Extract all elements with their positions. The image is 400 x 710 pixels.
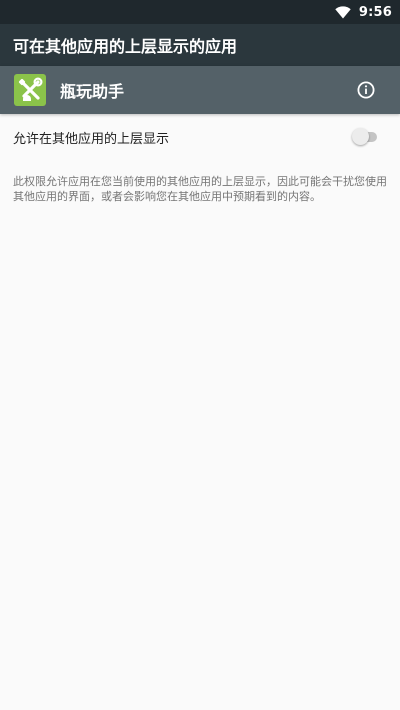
app-icon [14,74,46,106]
status-bar: 9:56 [0,0,400,24]
info-icon [357,81,375,99]
wifi-icon [335,5,351,19]
overlay-permission-row[interactable]: 允许在其他应用的上层显示 [0,114,400,160]
toggle-thumb [352,128,369,145]
overlay-permission-toggle[interactable] [352,128,378,146]
page-title: 可在其他应用的上层显示的应用 [13,37,238,56]
overlay-permission-label: 允许在其他应用的上层显示 [13,131,170,147]
app-name: 瓶玩助手 [60,82,125,101]
app-header: 瓶玩助手 [0,66,400,114]
app-bar: 可在其他应用的上层显示的应用 [0,24,400,66]
permission-description: 此权限允许应用在您当前使用的其他应用的上层显示，因此可能会干扰您使用其他应用的界… [13,175,387,203]
status-icons: 9:56 [335,0,392,24]
status-time: 9:56 [358,4,392,20]
wrench-icon [18,77,43,101]
app-info-button[interactable] [354,78,378,102]
